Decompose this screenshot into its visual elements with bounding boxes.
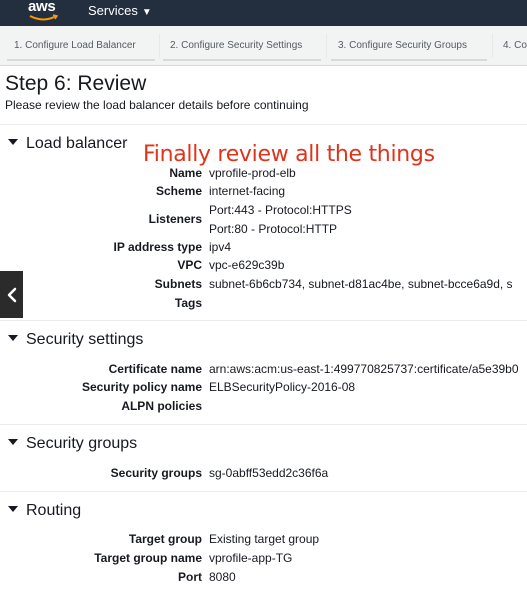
vpc-label: VPC <box>177 258 202 272</box>
tags-label: Tags <box>174 296 202 310</box>
services-menu-button[interactable]: Services ▼ <box>88 3 152 18</box>
section-divider <box>0 491 527 492</box>
annotation-overlay-text: Finally review all the things <box>143 142 435 167</box>
target-group-name-label: Target group name <box>94 551 202 565</box>
scheme-label: Scheme <box>155 184 202 198</box>
listeners-label: Listeners <box>148 212 202 226</box>
name-value: vprofile-prod-elb <box>209 166 296 180</box>
section-header-security-settings[interactable]: Security settings <box>8 331 143 349</box>
subnets-value: subnet-6b6cb734, subnet-d81ac4be, subnet… <box>209 277 513 291</box>
section-header-load-balancer[interactable]: Load balancer <box>8 135 127 153</box>
services-label: Services <box>88 3 138 18</box>
wizard-step-underline <box>163 59 321 61</box>
section-header-routing[interactable]: Routing <box>8 502 81 520</box>
security-groups-label: Security groups <box>110 466 202 480</box>
vpc-value: vpc-e629c39b <box>209 258 285 272</box>
wizard-step-configure-security-groups[interactable]: 3. Configure Security Groups <box>338 40 467 51</box>
wizard-step-underline <box>7 59 155 61</box>
security-policy-name-value: ELBSecurityPolicy-2016-08 <box>209 380 356 394</box>
page-subtitle: Please review the load balancer details … <box>5 98 309 112</box>
listener-https-value: Port:443 - Protocol:HTTPS <box>209 203 352 217</box>
caret-down-icon <box>8 505 18 512</box>
target-group-value: Existing target group <box>209 532 320 546</box>
top-navigation-bar: aws Services ▼ <box>0 0 527 26</box>
ip-address-type-value: ipv4 <box>209 240 232 254</box>
listener-http-value: Port:80 - Protocol:HTTP <box>209 222 338 236</box>
bottom-fade-overlay <box>0 578 527 608</box>
aws-logo[interactable]: aws <box>28 0 62 26</box>
subnets-label: Subnets <box>154 277 202 291</box>
security-policy-name-label: Security policy name <box>81 380 202 394</box>
section-title: Load balancer <box>26 135 128 152</box>
chevron-left-icon <box>7 287 16 302</box>
wizard-divider <box>159 34 160 58</box>
wizard-step-configure-load-balancer[interactable]: 1. Configure Load Balancer <box>14 40 136 51</box>
section-title: Security settings <box>26 331 144 348</box>
section-divider <box>0 320 527 321</box>
ip-address-type-label: IP address type <box>113 240 203 254</box>
previous-slide-button[interactable] <box>0 271 23 318</box>
section-title: Security groups <box>26 435 138 452</box>
security-groups-value: sg-0abff53edd2c36f6a <box>209 466 329 480</box>
caret-down-icon <box>8 334 18 341</box>
wizard-steps: 1. Configure Load Balancer 2. Configure … <box>0 26 527 66</box>
scheme-value: internet-facing <box>209 184 286 198</box>
chevron-down-icon: ▼ <box>141 7 152 18</box>
aws-logo-text: aws <box>28 0 56 15</box>
caret-down-icon <box>8 438 18 445</box>
wizard-divider <box>492 34 493 58</box>
name-label: Name <box>169 166 202 180</box>
wizard-step-underline <box>331 59 487 61</box>
certificate-name-value: arn:aws:acm:us-east-1:499770825737:certi… <box>209 362 519 376</box>
section-divider <box>0 124 527 125</box>
wizard-step-configure-security-settings[interactable]: 2. Configure Security Settings <box>170 40 302 51</box>
section-divider <box>0 424 527 425</box>
certificate-name-label: Certificate name <box>108 362 202 376</box>
target-group-name-value: vprofile-app-TG <box>209 551 293 565</box>
target-group-label: Target group <box>128 532 202 546</box>
section-title: Routing <box>26 502 82 519</box>
aws-smile-icon <box>29 14 59 21</box>
page-title: Step 6: Review <box>5 72 147 95</box>
wizard-step-4[interactable]: 4. Co <box>503 40 527 51</box>
caret-down-icon <box>8 138 18 145</box>
section-header-security-groups[interactable]: Security groups <box>8 435 137 453</box>
wizard-divider <box>326 34 327 58</box>
alpn-policies-label: ALPN policies <box>121 399 202 413</box>
